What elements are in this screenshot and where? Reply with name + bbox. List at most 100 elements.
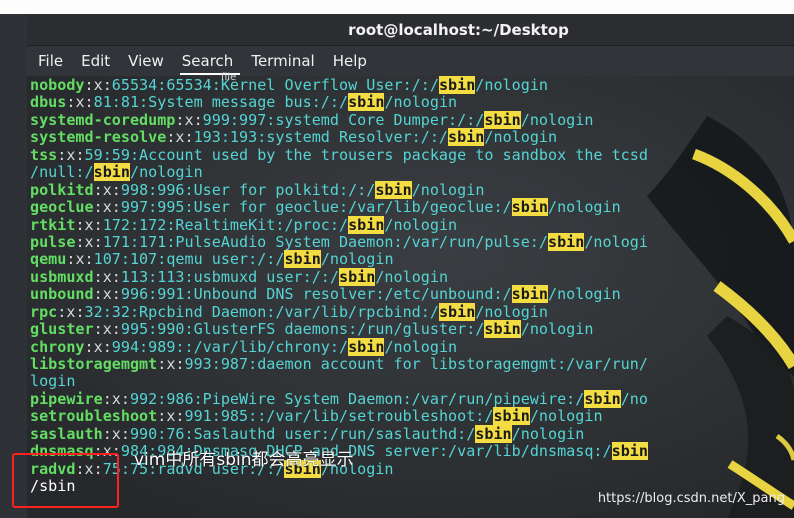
terminal-line: gluster:x:995:990:GlusterFS daemons:/run… bbox=[30, 320, 794, 339]
line-text: 193:193:systemd Resolver:/:/ bbox=[193, 128, 449, 147]
line-text: 994:989::/var/lib/chrony:/ bbox=[111, 337, 349, 356]
screen: root@localhost:~/Desktop File Edit View … bbox=[0, 0, 794, 518]
search-highlight: sbin bbox=[511, 198, 548, 217]
terminal-line: usbmuxd:x:113:113:usbmuxd user:/:/sbin/n… bbox=[30, 267, 794, 286]
terminal-line: tss:x:59:59:Account used by the trousers… bbox=[30, 145, 794, 164]
window-titlebar: root@localhost:~/Desktop bbox=[27, 14, 794, 46]
search-highlight: sbin bbox=[511, 285, 548, 304]
line-text: /nologin bbox=[548, 285, 621, 304]
terminal-line: unbound:x:996:991:Unbound DNS resolver:/… bbox=[30, 285, 794, 304]
search-highlight: sbin bbox=[93, 163, 130, 182]
field-separator: :x: bbox=[157, 407, 185, 426]
line-text: /nologin bbox=[129, 163, 203, 182]
terminal-line: dbus:x:81:81:System message bus:/:/sbin/… bbox=[30, 93, 794, 112]
search-highlight: sbin bbox=[611, 442, 648, 461]
terminal-line: qemu:x:107:107:qemu user:/:/sbin/nologin bbox=[30, 250, 794, 269]
account-name: usbmuxd bbox=[30, 267, 94, 286]
line-text: 32:32:Rpcbind Daemon:/var/lib/rpcbind:/ bbox=[84, 302, 439, 321]
field-separator: :x: bbox=[66, 93, 94, 112]
field-separator: :x: bbox=[93, 180, 121, 199]
account-name: setroubleshoot bbox=[30, 407, 158, 426]
field-separator: :x: bbox=[57, 145, 85, 164]
line-text: 113:113:usbmuxd user:/:/ bbox=[120, 267, 339, 286]
terminal-line: chrony:x:994:989::/var/lib/chrony:/sbin/… bbox=[30, 337, 794, 356]
terminal-line: polkitd:x:998:996:User for polkitd:/:/sb… bbox=[30, 180, 794, 199]
line-text: /nologin bbox=[384, 93, 458, 112]
line-text: /nologin bbox=[529, 407, 603, 426]
line-text: 172:172:RealtimeKit:/proc:/ bbox=[102, 215, 349, 234]
search-highlight: sbin bbox=[375, 180, 412, 199]
line-text: /nologin bbox=[384, 337, 458, 356]
watermark-text: https://blog.csdn.net/X_pang bbox=[597, 491, 785, 506]
line-text: /no bbox=[620, 389, 648, 408]
line-text: /nologin bbox=[384, 215, 458, 234]
line-text: login bbox=[30, 372, 76, 391]
account-name: rpc bbox=[30, 302, 58, 321]
line-text: 992:986:PipeWire System Daemon:/var/run/… bbox=[129, 389, 585, 408]
terminal-line: nobody:x:65534:65534:Kernel Overflow Use… bbox=[30, 76, 794, 94]
account-name: polkitd bbox=[30, 180, 94, 199]
search-highlight: sbin bbox=[484, 110, 521, 129]
field-separator: :x: bbox=[166, 128, 194, 147]
field-separator: :x: bbox=[75, 232, 103, 251]
account-name: libstoragemgmt bbox=[30, 355, 158, 373]
account-name: dbus bbox=[30, 93, 67, 112]
field-separator: :x: bbox=[93, 267, 121, 286]
terminal-line: pipewire:x:992:986:PipeWire System Daemo… bbox=[30, 389, 794, 408]
line-text: 997:995:User for geoclue:/var/lib/geoclu… bbox=[120, 198, 512, 217]
menu-help[interactable]: Help bbox=[333, 46, 376, 76]
search-highlight: sbin bbox=[348, 93, 385, 112]
terminal-area[interactable]: nobody:x:65534:65534:Kernel Overflow Use… bbox=[27, 76, 794, 518]
line-text: 996:991:Unbound DNS resolver:/etc/unboun… bbox=[120, 285, 512, 304]
field-separator: :x: bbox=[93, 198, 121, 217]
account-name: saslauth bbox=[30, 424, 103, 443]
menu-file[interactable]: File bbox=[38, 46, 72, 76]
menu-tooltip: file bbox=[221, 72, 237, 83]
line-text: /nologin bbox=[475, 302, 548, 321]
line-text: /nologin bbox=[411, 180, 485, 199]
search-highlight: sbin bbox=[438, 302, 476, 321]
line-text: 990:76:Saslauthd user:/run/saslauthd:/ bbox=[129, 424, 476, 443]
search-highlight: sbin bbox=[484, 320, 521, 339]
field-separator: :x: bbox=[102, 424, 130, 443]
account-name: pulse bbox=[30, 232, 76, 251]
line-text: 998:996:User for polkitd:/:/ bbox=[120, 180, 376, 199]
search-highlight: sbin bbox=[493, 407, 530, 426]
line-text: /nologin bbox=[484, 128, 558, 147]
terminal-line: /null:/sbin/nologin bbox=[30, 163, 794, 182]
account-name: dnsmasq bbox=[30, 442, 94, 461]
menu-edit[interactable]: Edit bbox=[81, 46, 119, 76]
terminal-line: geoclue:x:997:995:User for geoclue:/var/… bbox=[30, 198, 794, 217]
search-highlight: sbin bbox=[284, 250, 321, 269]
terminal-line: login bbox=[30, 373, 794, 390]
terminal-line: rpc:x:32:32:Rpcbind Daemon:/var/lib/rpcb… bbox=[30, 302, 794, 321]
line-text: 991:985::/var/lib/setroubleshoot:/ bbox=[184, 407, 494, 426]
menu-terminal[interactable]: Terminal bbox=[251, 46, 323, 76]
field-separator: :x: bbox=[66, 250, 94, 269]
account-name: systemd-resolve bbox=[30, 128, 167, 147]
line-text: 995:990:GlusterFS daemons:/run/gluster:/ bbox=[120, 320, 485, 339]
field-separator: :x: bbox=[75, 459, 103, 478]
field-separator: :x: bbox=[57, 302, 85, 321]
search-highlight: sbin bbox=[348, 215, 385, 234]
field-separator: :x: bbox=[102, 389, 130, 408]
line-text: /nologin bbox=[520, 320, 594, 339]
line-text: 59:59:Account used by the trousers packa… bbox=[84, 145, 648, 164]
menu-view[interactable]: View bbox=[128, 46, 173, 76]
search-highlight: sbin bbox=[475, 424, 512, 443]
line-text: /nologin bbox=[511, 424, 585, 443]
account-name: pipewire bbox=[30, 389, 103, 408]
search-highlight: sbin bbox=[338, 267, 376, 286]
terminal-line: systemd-resolve:x:193:193:systemd Resolv… bbox=[30, 128, 794, 147]
search-highlight: sbin bbox=[438, 76, 476, 94]
terminal-line: pulse:x:171:171:PulseAudio System Daemon… bbox=[30, 232, 794, 251]
search-highlight: sbin bbox=[348, 337, 385, 356]
field-separator: :x: bbox=[157, 355, 185, 373]
line-text: 107:107:qemu user:/:/ bbox=[93, 250, 285, 269]
terminal-line: setroubleshoot:x:991:985::/var/lib/setro… bbox=[30, 407, 794, 426]
account-name: geoclue bbox=[30, 198, 94, 217]
account-name: gluster bbox=[30, 320, 94, 339]
field-separator: :x: bbox=[93, 320, 121, 339]
line-text: /null:/ bbox=[30, 163, 94, 182]
terminal-line: rtkit:x:172:172:RealtimeKit:/proc:/sbin/… bbox=[30, 215, 794, 234]
